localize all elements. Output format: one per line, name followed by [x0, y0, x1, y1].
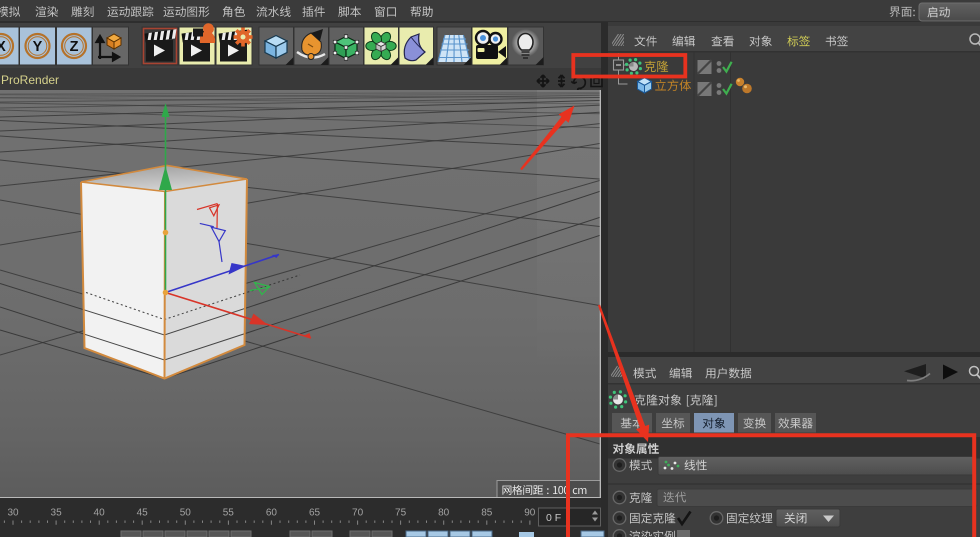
- svg-text:X: X: [0, 39, 6, 55]
- svg-text:40: 40: [94, 508, 106, 519]
- svg-text:35: 35: [51, 508, 63, 519]
- svg-text:55: 55: [223, 508, 235, 519]
- svg-text:50: 50: [180, 508, 192, 519]
- svg-text:0 F: 0 F: [546, 512, 561, 524]
- svg-text:60: 60: [266, 508, 278, 519]
- svg-text:70: 70: [352, 508, 364, 519]
- svg-text:ProRender: ProRender: [1, 73, 59, 87]
- svg-text:85: 85: [481, 508, 493, 519]
- svg-text:45: 45: [137, 508, 149, 519]
- svg-text:75: 75: [395, 508, 407, 519]
- svg-text:Y: Y: [33, 39, 43, 55]
- svg-text:Z: Z: [70, 39, 79, 55]
- svg-text:65: 65: [309, 508, 321, 519]
- svg-text:80: 80: [438, 508, 450, 519]
- svg-text:90: 90: [524, 508, 536, 519]
- svg-text:30: 30: [7, 508, 19, 519]
